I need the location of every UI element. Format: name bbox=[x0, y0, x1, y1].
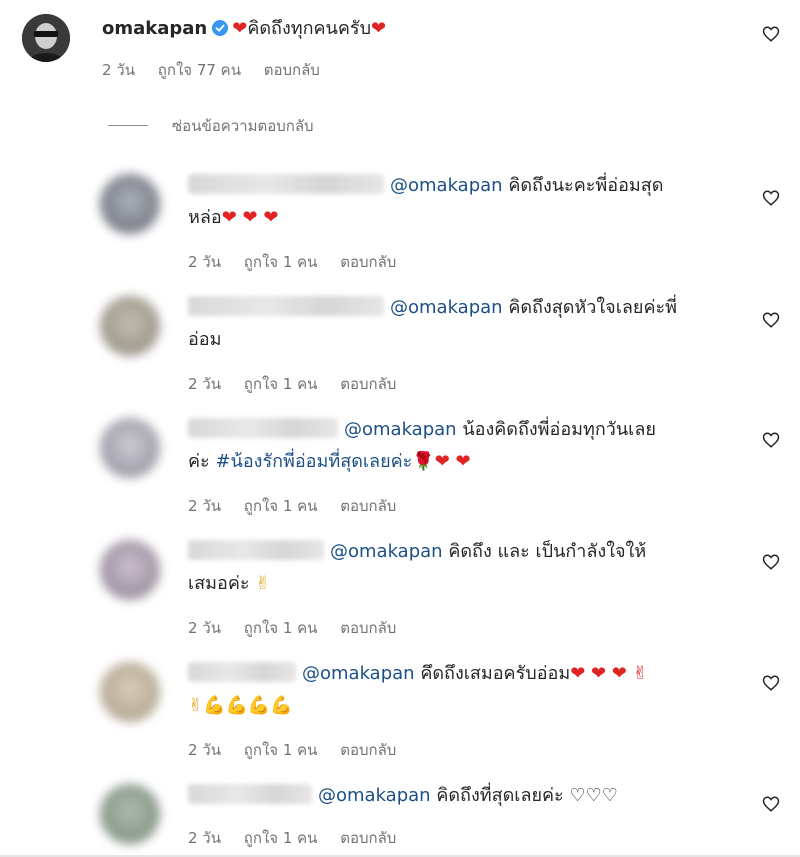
heart-outline-icon[interactable] bbox=[762, 311, 780, 329]
reply-text: @omakapan คิดถึงที่สุดเลยค่ะ ♡♡♡ bbox=[188, 780, 748, 812]
mention-link[interactable]: @omakapan bbox=[344, 419, 457, 440]
reply-text: @omakapan คิดถึงสุดหัวใจเลยค่ะพี่ อ่อม bbox=[188, 292, 748, 356]
likes-count[interactable]: ถูกใจ 1 คน bbox=[244, 829, 318, 847]
timestamp: 2 วัน bbox=[188, 375, 221, 393]
reply-body: คิดถึงนะคะพี่อ่อมสุด bbox=[508, 175, 664, 196]
verified-badge-icon bbox=[212, 20, 229, 36]
blurred-username[interactable] bbox=[188, 662, 296, 682]
timestamp: 2 วัน bbox=[188, 829, 221, 847]
reply-button[interactable]: ตอบกลับ bbox=[340, 497, 396, 515]
heart-outline-icon[interactable] bbox=[762, 431, 780, 449]
comment-meta: 2 วัน ถูกใจ 77 คน ตอบกลับ bbox=[102, 58, 338, 82]
heart-outline-emojis: ♡♡♡ bbox=[569, 785, 618, 806]
victory-hand-emoji: ✌ bbox=[255, 573, 271, 594]
reply-button[interactable]: ตอบกลับ bbox=[340, 829, 396, 847]
avatar[interactable] bbox=[100, 784, 160, 844]
avatar[interactable] bbox=[100, 662, 160, 722]
heart-outline-icon[interactable] bbox=[762, 795, 780, 813]
blurred-username[interactable] bbox=[188, 540, 324, 560]
heart-outline-icon[interactable] bbox=[762, 674, 780, 692]
comment-meta: 2 วัน ถูกใจ 1 คน ตอบกลับ bbox=[188, 250, 414, 274]
blurred-username[interactable] bbox=[188, 418, 338, 438]
likes-count[interactable]: ถูกใจ 1 คน bbox=[244, 253, 318, 271]
reply-button[interactable]: ตอบกลับ bbox=[340, 375, 396, 393]
avatar-photo bbox=[22, 14, 70, 62]
likes-count[interactable]: ถูกใจ 1 คน bbox=[244, 619, 318, 637]
avatar[interactable] bbox=[22, 14, 70, 62]
reply-comment: @omakapan คิดถึงสุดหัวใจเลยค่ะพี่ อ่อม 2… bbox=[100, 292, 790, 402]
heart-emoji: ❤ bbox=[371, 18, 387, 39]
reply-body: ค่ะ bbox=[188, 451, 210, 472]
reply-body: คึดถึงเสมอครับอ่อม bbox=[420, 663, 571, 684]
heart-emoji: ❤ bbox=[232, 18, 248, 39]
comment-body: คิดถึงทุกคนครับ bbox=[247, 18, 371, 39]
avatar[interactable] bbox=[100, 418, 160, 478]
timestamp: 2 วัน bbox=[188, 741, 221, 759]
reply-comment: @omakapan คิดถึงที่สุดเลยค่ะ ♡♡♡ 2 วัน ถ… bbox=[100, 780, 790, 854]
timestamp: 2 วัน bbox=[188, 619, 221, 637]
hide-replies-label: ซ่อนข้อความตอบกลับ bbox=[172, 117, 314, 135]
blurred-username[interactable] bbox=[188, 174, 384, 194]
hashtag-link[interactable]: #น้องรักพี่อ่อมที่สุดเลยค่ะ bbox=[215, 451, 412, 472]
comment-meta: 2 วัน ถูกใจ 1 คน ตอบกลับ bbox=[188, 826, 414, 850]
reply-comment: @omakapan คิดถึง และ เป็นกำลังใจให้ เสมอ… bbox=[100, 536, 790, 646]
divider bbox=[108, 125, 148, 126]
blurred-username[interactable] bbox=[188, 784, 312, 804]
timestamp: 2 วัน bbox=[102, 61, 135, 79]
likes-count[interactable]: ถูกใจ 1 คน bbox=[244, 741, 318, 759]
comment-meta: 2 วัน ถูกใจ 1 คน ตอบกลับ bbox=[188, 738, 414, 762]
hand-emojis: ✌💪💪💪💪 bbox=[188, 695, 293, 716]
mention-link[interactable]: @omakapan bbox=[390, 297, 503, 318]
mention-link[interactable]: @omakapan bbox=[330, 541, 443, 562]
reply-body: หล่อ bbox=[188, 207, 222, 228]
timestamp: 2 วัน bbox=[188, 253, 221, 271]
reply-text: @omakapan น้องคิดถึงพี่อ่อมทุกวันเลย ค่ะ… bbox=[188, 414, 748, 478]
heart-outline-icon[interactable] bbox=[762, 553, 780, 571]
heart-emojis: ❤ ❤ ❤ bbox=[221, 207, 279, 228]
reply-text: @omakapan คิดถึง และ เป็นกำลังใจให้ เสมอ… bbox=[188, 536, 748, 600]
blurred-username[interactable] bbox=[188, 296, 384, 316]
avatar[interactable] bbox=[100, 296, 160, 356]
reply-comment: @omakapan คึดถึงเสมอครับอ่อม❤ ❤ ❤ ✌ ✌💪💪💪… bbox=[100, 658, 790, 768]
reply-comment: @omakapan น้องคิดถึงพี่อ่อมทุกวันเลย ค่ะ… bbox=[100, 414, 790, 524]
avatar[interactable] bbox=[100, 540, 160, 600]
heart-outline-icon[interactable] bbox=[762, 25, 780, 43]
comment-meta: 2 วัน ถูกใจ 1 คน ตอบกลับ bbox=[188, 494, 414, 518]
reply-body: คิดถึงสุดหัวใจเลยค่ะพี่ bbox=[508, 297, 678, 318]
reply-comment: @omakapan คิดถึงนะคะพี่อ่อมสุด หล่อ❤ ❤ ❤… bbox=[100, 170, 790, 280]
reply-body: น้องคิดถึงพี่อ่อมทุกวันเลย bbox=[462, 419, 656, 440]
rose-heart-emojis: 🌹❤ ❤ bbox=[412, 451, 471, 472]
comment-meta: 2 วัน ถูกใจ 1 คน ตอบกลับ bbox=[188, 372, 414, 396]
reply-text: @omakapan คึดถึงเสมอครับอ่อม❤ ❤ ❤ ✌ ✌💪💪💪… bbox=[188, 658, 748, 722]
reply-button[interactable]: ตอบกลับ bbox=[340, 741, 396, 759]
reply-button[interactable]: ตอบกลับ bbox=[264, 61, 320, 79]
reply-body: เสมอค่ะ bbox=[188, 573, 250, 594]
main-comment: omakapan ❤คิดถึงทุกคนครับ❤ 2 วัน ถูกใจ 77… bbox=[22, 10, 792, 90]
comment-meta: 2 วัน ถูกใจ 1 คน ตอบกลับ bbox=[188, 616, 414, 640]
mention-link[interactable]: @omakapan bbox=[302, 663, 415, 684]
hide-replies-button[interactable]: ซ่อนข้อความตอบกลับ bbox=[108, 114, 314, 138]
likes-count[interactable]: ถูกใจ 77 คน bbox=[158, 61, 241, 79]
timestamp: 2 วัน bbox=[188, 497, 221, 515]
likes-count[interactable]: ถูกใจ 1 คน bbox=[244, 375, 318, 393]
reply-button[interactable]: ตอบกลับ bbox=[340, 253, 396, 271]
heart-emojis: ❤ ❤ ❤ ✌ bbox=[570, 663, 648, 684]
heart-outline-icon[interactable] bbox=[762, 189, 780, 207]
reply-button[interactable]: ตอบกลับ bbox=[340, 619, 396, 637]
reply-body: คิดถึง และ เป็นกำลังใจให้ bbox=[448, 541, 647, 562]
avatar[interactable] bbox=[100, 174, 160, 234]
mention-link[interactable]: @omakapan bbox=[390, 175, 503, 196]
mention-link[interactable]: @omakapan bbox=[318, 785, 431, 806]
username[interactable]: omakapan bbox=[102, 18, 207, 39]
reply-body: อ่อม bbox=[188, 329, 222, 350]
reply-text: @omakapan คิดถึงนะคะพี่อ่อมสุด หล่อ❤ ❤ ❤ bbox=[188, 170, 748, 234]
main-comment-text: omakapan ❤คิดถึงทุกคนครับ❤ bbox=[102, 16, 386, 42]
likes-count[interactable]: ถูกใจ 1 คน bbox=[244, 497, 318, 515]
reply-body: คิดถึงที่สุดเลยค่ะ bbox=[436, 785, 564, 806]
